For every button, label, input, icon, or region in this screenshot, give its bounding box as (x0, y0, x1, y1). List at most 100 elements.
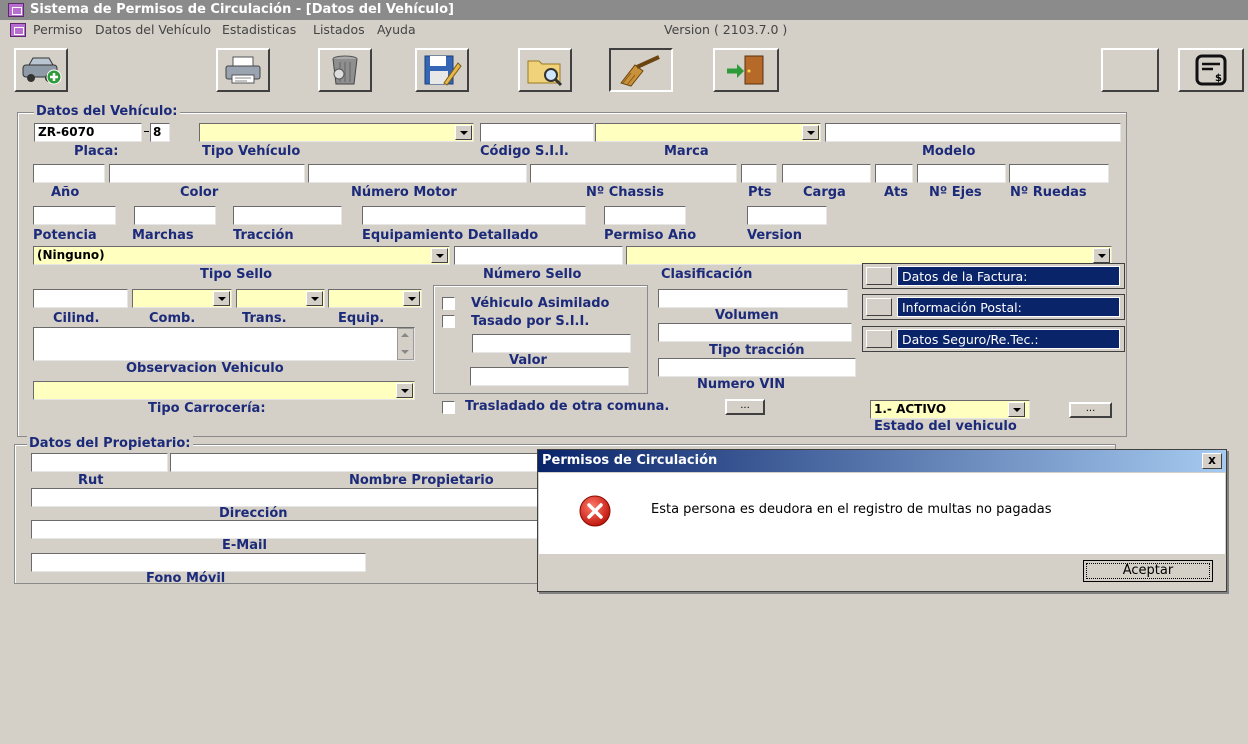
broom-icon (620, 55, 660, 87)
email-input[interactable] (31, 520, 551, 539)
window-title: Sistema de Permisos de Circulación - [Da… (30, 2, 454, 17)
tasado-input[interactable] (472, 334, 631, 353)
toolbar: $ (0, 40, 1248, 98)
chevron-down-icon[interactable] (306, 291, 323, 306)
equipamiento-input[interactable] (362, 206, 586, 225)
rut-input[interactable] (31, 453, 168, 472)
version-input[interactable] (747, 206, 827, 225)
marca-select[interactable] (595, 123, 821, 142)
equipo-select[interactable] (328, 289, 422, 308)
numero-sello-input[interactable] (454, 246, 623, 265)
aceptar-button[interactable]: Aceptar (1083, 560, 1213, 582)
print-button[interactable] (216, 48, 270, 92)
trasladado-checkbox[interactable] (442, 401, 455, 414)
marchas-label: Marchas (132, 228, 194, 243)
menu-app-icon[interactable] (10, 23, 26, 37)
tipo-sello-select[interactable]: (Ninguno) (33, 246, 450, 265)
blank-button[interactable] (1101, 48, 1159, 92)
tipo-carroceria-select[interactable] (33, 381, 415, 400)
cilindrada-input[interactable] (33, 289, 128, 308)
scroll-down-icon[interactable] (401, 350, 409, 354)
chevron-down-icon[interactable] (403, 291, 420, 306)
valor-input[interactable] (470, 367, 629, 386)
potencia-input[interactable] (33, 206, 116, 225)
numero-vin-input[interactable] (658, 358, 856, 377)
chevron-down-icon[interactable] (455, 125, 472, 140)
chevron-down-icon[interactable] (213, 291, 230, 306)
save-edit-icon (424, 55, 462, 86)
chevron-down-icon[interactable] (431, 248, 448, 263)
carga-input[interactable] (782, 164, 871, 183)
placa-input[interactable]: ZR-6070 (34, 123, 142, 142)
color-input[interactable] (109, 164, 305, 183)
modelo-input[interactable] (825, 123, 1121, 142)
observacion-textarea[interactable] (33, 327, 415, 361)
datos-factura-toggle[interactable] (866, 267, 892, 285)
estado-label: Estado del vehiculo (874, 419, 1017, 434)
fono-movil-input[interactable] (31, 553, 366, 572)
observacion-scrollbar[interactable] (397, 328, 414, 360)
placa-separator (144, 131, 149, 132)
pts-input[interactable] (741, 164, 777, 183)
volumen-input[interactable] (658, 289, 848, 308)
dialog-body: Esta persona es deudora en el registro d… (539, 473, 1225, 554)
estado-ellipsis-button[interactable]: ... (1069, 402, 1112, 418)
new-vehicle-button[interactable] (14, 48, 68, 92)
scroll-up-icon[interactable] (401, 333, 409, 337)
tasado-sii-checkbox[interactable] (442, 315, 455, 328)
ruedas-input[interactable] (1009, 164, 1109, 183)
permiso-anio-input[interactable] (604, 206, 686, 225)
search-button[interactable] (518, 48, 572, 92)
menu-datos-vehiculo[interactable]: Datos del Vehículo (95, 20, 211, 40)
tipo-traccion-input[interactable] (658, 323, 852, 342)
placa-dv-input[interactable]: 8 (150, 123, 170, 142)
estado-select[interactable]: 1.- ACTIVO (870, 400, 1030, 419)
numero-motor-input[interactable] (308, 164, 527, 183)
equip-label: Equip. (338, 311, 385, 326)
informacion-postal-toggle[interactable] (866, 298, 892, 316)
tasado-sii-label: Tasado por S.I.I. (471, 314, 590, 329)
svg-text:$: $ (1215, 73, 1222, 84)
combustible-select[interactable] (132, 289, 232, 308)
email-label: E-Mail (222, 538, 267, 553)
datos-seguro-toggle[interactable] (866, 330, 892, 348)
trasladado-ellipsis-button[interactable]: ... (725, 399, 765, 415)
invoice-button[interactable]: $ (1178, 48, 1244, 92)
chassis-label: Nº Chassis (586, 185, 664, 200)
anio-input[interactable] (33, 164, 105, 183)
dialog-message: Esta persona es deudora en el registro d… (651, 502, 1052, 517)
menu-estadisticas[interactable]: Estadisticas (222, 20, 296, 40)
ats-input[interactable] (875, 164, 913, 183)
marchas-input[interactable] (134, 206, 216, 225)
invoice-icon: $ (1195, 54, 1227, 86)
vehiculo-asimilado-checkbox[interactable] (442, 297, 455, 310)
datos-factura-button[interactable]: Datos de la Factura: (862, 263, 1125, 289)
datos-seguro-button[interactable]: Datos Seguro/Re.Tec.: (862, 326, 1125, 352)
fono-movil-label: Fono Móvil (146, 571, 226, 586)
folder-search-icon (527, 60, 563, 87)
delete-button[interactable] (318, 48, 372, 92)
chevron-down-icon[interactable] (802, 125, 819, 140)
clear-button[interactable] (609, 48, 673, 92)
menu-listados[interactable]: Listados (313, 20, 365, 40)
exit-button[interactable] (713, 48, 779, 92)
printer-icon (225, 56, 261, 84)
chevron-down-icon[interactable] (1093, 248, 1110, 263)
dialog-close-button[interactable]: x (1202, 453, 1222, 469)
chevron-down-icon[interactable] (1008, 402, 1025, 417)
transmision-select[interactable] (236, 289, 325, 308)
nombre-propietario-input[interactable] (170, 453, 550, 472)
tipo-vehiculo-select[interactable] (199, 123, 474, 142)
traccion-label: Tracción (233, 228, 294, 243)
menu-permiso[interactable]: Permiso (33, 20, 83, 40)
menu-ayuda[interactable]: Ayuda (377, 20, 416, 40)
chevron-down-icon[interactable] (396, 383, 413, 398)
observacion-label: Observacion Vehiculo (126, 361, 284, 376)
chassis-input[interactable] (530, 164, 737, 183)
codigo-sii-input[interactable] (480, 123, 594, 142)
direccion-input[interactable] (31, 488, 551, 507)
informacion-postal-button[interactable]: Información Postal: (862, 294, 1125, 320)
traccion-input[interactable] (233, 206, 342, 225)
save-edit-button[interactable] (415, 48, 469, 92)
ejes-input[interactable] (917, 164, 1006, 183)
